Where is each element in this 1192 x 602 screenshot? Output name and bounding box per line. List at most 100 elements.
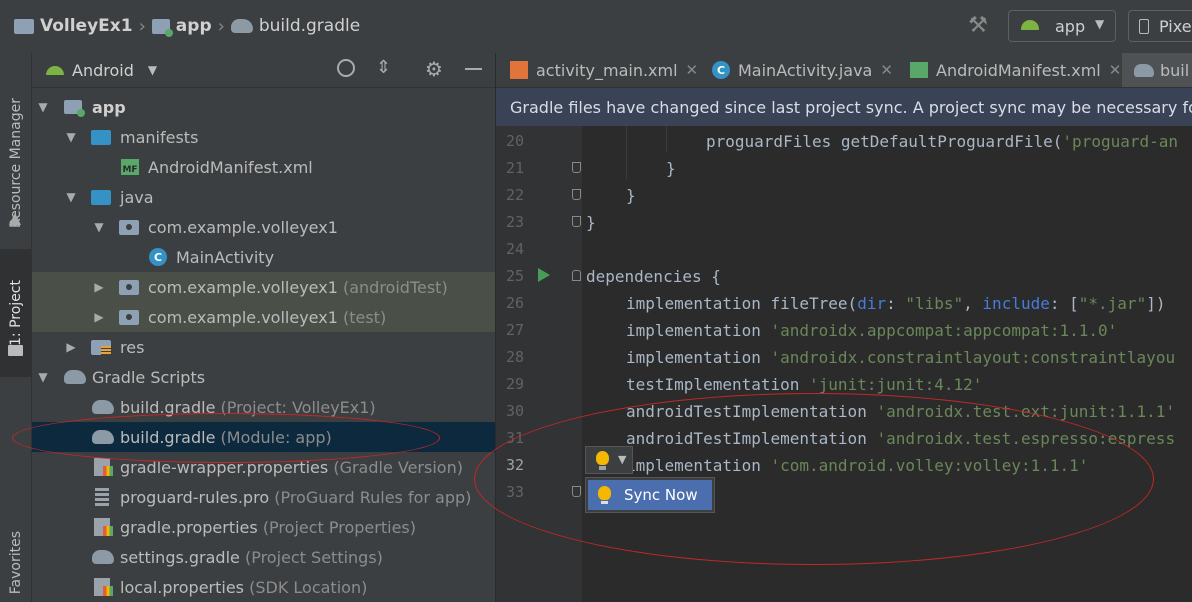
tree-label: com.example.volleyex1 — [148, 217, 338, 237]
code-line-22[interactable]: } — [626, 186, 636, 205]
lightbulb-base-icon — [601, 501, 608, 504]
run-gutter-icon[interactable] — [538, 268, 550, 282]
crosshair-icon[interactable] — [337, 59, 355, 77]
code-line-26[interactable]: implementation fileTree(dir: "libs", inc… — [626, 294, 1165, 313]
breadcrumb-module[interactable]: app — [176, 16, 212, 36]
code-line-29[interactable]: testImplementation 'junit:junit:4.12' — [626, 375, 982, 394]
fold-marker-icon[interactable] — [572, 162, 581, 173]
tree-item-manifests[interactable]: ▼ manifests — [32, 122, 495, 152]
indent-guide — [626, 126, 627, 180]
run-config-label: app — [1055, 17, 1086, 36]
tree-label: gradle-wrapper.properties (Gradle Versio… — [120, 457, 463, 477]
project-panel-header: Android ▼ ⇕ ⚙ — [32, 53, 495, 88]
banner-text: Gradle files have changed since last pro… — [510, 97, 1192, 117]
project-folder-icon — [8, 345, 23, 356]
tree-item-gradle-scripts[interactable]: ▼ Gradle Scripts — [32, 362, 495, 392]
gradle-elephant-icon — [91, 547, 115, 567]
sync-now-item[interactable]: Sync Now — [588, 480, 712, 510]
code-line-32[interactable]: implementation 'com.android.volley:volle… — [626, 456, 1088, 475]
line-number: 22 — [505, 186, 524, 204]
properties-file-icon — [92, 457, 113, 477]
folder-icon — [14, 18, 34, 34]
project-tab[interactable]: 1: Project — [0, 249, 31, 377]
tree-label: app — [92, 97, 126, 117]
tree-item-local-properties[interactable]: local.properties (SDK Location) — [32, 572, 495, 602]
line-number: 25 — [505, 267, 524, 285]
minimize-icon[interactable] — [465, 68, 482, 70]
tree-item-android-manifest[interactable]: MF AndroidManifest.xml — [32, 152, 495, 182]
code-line-28[interactable]: implementation 'androidx.constraintlayou… — [626, 348, 1175, 367]
sync-now-label: Sync Now — [624, 486, 698, 504]
text-file-icon — [92, 487, 112, 507]
hammer-icon[interactable]: ⚒ — [966, 14, 990, 38]
gradle-elephant-icon — [230, 19, 253, 33]
tree-item-gradle-properties[interactable]: gradle.properties (Project Properties) — [32, 512, 495, 542]
tree-item-package-test[interactable]: ▶ com.example.volleyex1 (test) — [32, 302, 495, 332]
fold-marker-icon[interactable] — [572, 486, 581, 497]
device-label: Pixe — [1159, 17, 1192, 36]
close-icon[interactable]: ✕ — [686, 61, 699, 79]
breadcrumb-project[interactable]: VolleyEx1 — [40, 16, 133, 36]
fold-marker-icon[interactable] — [572, 216, 581, 227]
gradle-elephant-icon — [91, 427, 115, 447]
editor-gutter: 20 21 22 23 24 25 26 27 28 29 30 31 32 3… — [496, 126, 582, 602]
tree-item-java[interactable]: ▼ java — [32, 182, 495, 212]
tree-label: MainActivity — [176, 247, 275, 267]
tree-item-package-androidtest[interactable]: ▶ com.example.volleyex1 (androidTest) — [32, 272, 495, 302]
device-dropdown[interactable]: Pixe — [1128, 10, 1192, 42]
tree-item-app[interactable]: ▼ app — [32, 92, 495, 122]
fold-marker-icon[interactable] — [572, 270, 581, 281]
line-number: 27 — [505, 321, 524, 339]
favorites-tab[interactable]: Favorites — [0, 523, 31, 602]
close-icon[interactable]: ✕ — [1109, 61, 1122, 79]
tree-item-main-activity[interactable]: C MainActivity — [32, 242, 495, 272]
code-line-20[interactable]: proguardFiles getDefaultProguardFile('pr… — [706, 132, 1178, 151]
tree-item-proguard[interactable]: proguard-rules.pro (ProGuard Rules for a… — [32, 482, 495, 512]
lightbulb-icon — [598, 486, 611, 500]
code-line-31[interactable]: androidTestImplementation 'androidx.test… — [626, 429, 1175, 448]
lightbulb-base-icon — [599, 466, 606, 470]
tab-activity-main-xml[interactable]: activity_main.xml ✕ — [510, 53, 698, 87]
tree-item-gradle-wrapper[interactable]: gradle-wrapper.properties (Gradle Versio… — [32, 452, 495, 482]
tree-item-settings-gradle[interactable]: settings.gradle (Project Settings) — [32, 542, 495, 572]
gradle-elephant-icon — [91, 397, 115, 417]
project-panel: Android ▼ ⇕ ⚙ ▼ app ▼ manifests MF Andro… — [32, 53, 496, 602]
gradle-sync-banner: Gradle files have changed since last pro… — [496, 88, 1192, 126]
code-line-27[interactable]: implementation 'androidx.appcompat:appco… — [626, 321, 1117, 340]
close-icon[interactable]: ✕ — [880, 61, 893, 79]
line-number: 32 — [505, 456, 524, 474]
gradle-elephant-icon — [1134, 63, 1154, 77]
tree-label: settings.gradle (Project Settings) — [120, 547, 383, 567]
run-config-dropdown[interactable]: app ▼ — [1008, 10, 1116, 42]
resource-manager-tab[interactable]: Resource Manager — [0, 73, 31, 253]
code-line-25[interactable]: dependencies { — [586, 267, 721, 286]
intention-bulb[interactable]: ▼ — [585, 446, 633, 474]
expand-arrow-icon: ▼ — [38, 370, 48, 384]
tree-item-res[interactable]: ▶ res — [32, 332, 495, 362]
view-mode-label: Android — [72, 60, 134, 80]
gear-icon[interactable]: ⚙ — [425, 57, 443, 81]
tree-item-build-gradle-project[interactable]: build.gradle (Project: VolleyEx1) — [32, 392, 495, 422]
code-line-21[interactable]: } — [666, 159, 676, 178]
chevron-down-icon: ▼ — [1095, 17, 1105, 31]
view-mode-dropdown[interactable]: Android ▼ — [72, 60, 157, 80]
expand-arrow-icon: ▼ — [66, 130, 76, 144]
code-line-30[interactable]: androidTestImplementation 'androidx.test… — [626, 402, 1175, 421]
tree-item-package-main[interactable]: ▼ com.example.volleyex1 — [32, 212, 495, 242]
tree-label: Gradle Scripts — [92, 367, 206, 387]
manifest-file-icon — [910, 62, 928, 78]
tab-androidmanifest-xml[interactable]: AndroidManifest.xml ✕ — [910, 53, 1121, 87]
fold-marker-icon[interactable] — [572, 189, 581, 200]
tab-build-gradle[interactable]: buil — [1122, 53, 1192, 87]
tab-mainactivity-java[interactable]: C MainActivity.java ✕ — [712, 53, 893, 87]
resource-folder-icon — [91, 337, 111, 357]
intention-popup: Sync Now — [585, 477, 715, 513]
tab-label: MainActivity.java — [738, 60, 873, 80]
tree-label: java — [120, 187, 154, 207]
breadcrumb-file[interactable]: build.gradle — [259, 16, 360, 36]
code-line-23[interactable]: } — [586, 213, 596, 232]
collapse-all-icon[interactable]: ⇕ — [376, 57, 391, 78]
tab-label: activity_main.xml — [536, 60, 678, 80]
tree-item-build-gradle-module[interactable]: build.gradle (Module: app) — [32, 422, 495, 452]
module-folder-icon — [151, 18, 173, 37]
